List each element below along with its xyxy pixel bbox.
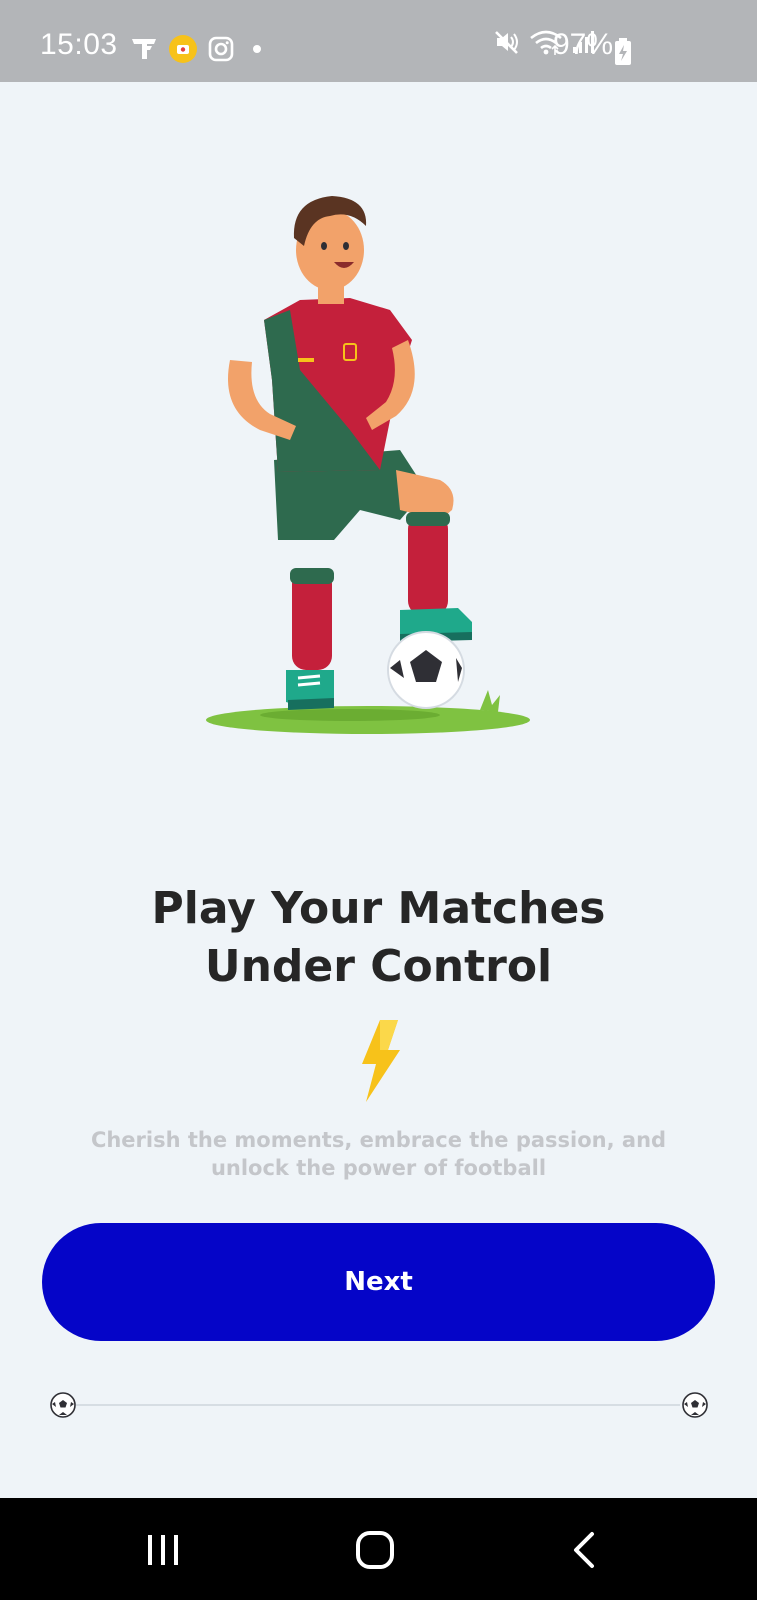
dot-icon: [253, 45, 261, 53]
status-notification-icons: [130, 34, 264, 64]
recents-icon[interactable]: [145, 1532, 181, 1568]
battery-percent-label: 97%: [553, 28, 614, 61]
back-icon[interactable]: [570, 1530, 600, 1570]
mute-icon: [495, 31, 518, 54]
page-title: Play Your Matches Under Control: [0, 880, 757, 996]
next-button-label: Next: [344, 1267, 413, 1297]
next-button[interactable]: Next: [42, 1223, 715, 1341]
status-time: 15:03: [40, 28, 118, 61]
home-icon[interactable]: [355, 1530, 395, 1570]
soccer-ball-icon: [50, 1392, 76, 1418]
instagram-icon: [208, 36, 234, 62]
football-player-illustration: [206, 196, 530, 734]
title-line-1: Play Your Matches: [151, 883, 606, 934]
status-bar: 15:03 97%: [0, 0, 757, 82]
notification-app-icon: [132, 39, 156, 59]
title-line-2: Under Control: [204, 941, 553, 992]
progress-track: [76, 1404, 680, 1406]
soccer-ball-icon: [682, 1392, 708, 1418]
lightning-bolt-icon: [362, 1020, 400, 1102]
battery-charging-icon: [615, 38, 631, 65]
subtitle-text: Cherish the moments, embrace the passion…: [90, 1128, 667, 1180]
record-icon: [169, 35, 197, 63]
